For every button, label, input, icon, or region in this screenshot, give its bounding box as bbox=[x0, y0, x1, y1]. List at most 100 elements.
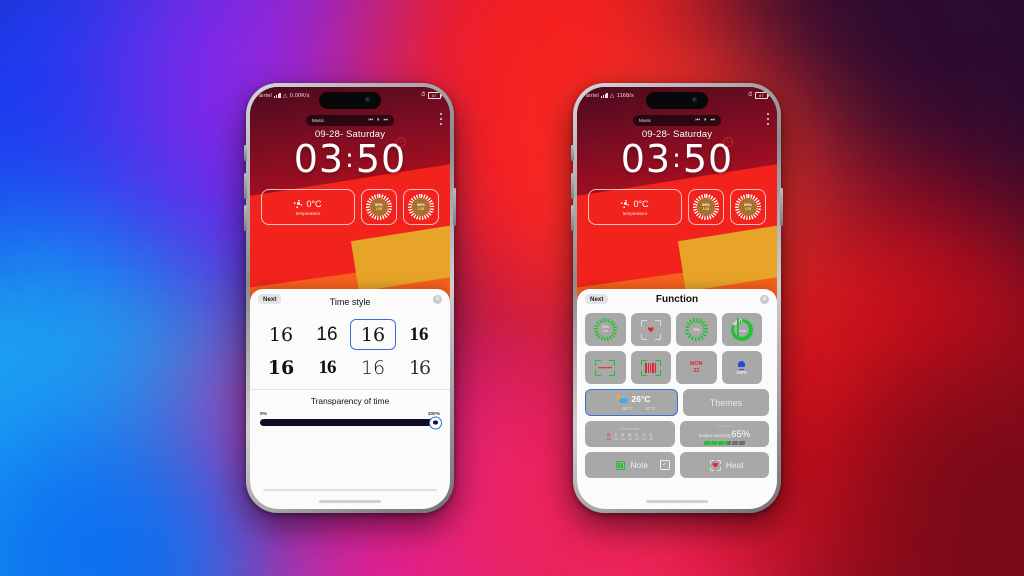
calendar-tile[interactable]: MON 23 bbox=[676, 351, 717, 384]
battery-ring-icon: 100% bbox=[730, 318, 753, 341]
mute-switch[interactable] bbox=[571, 145, 574, 161]
alarm-icon: ⏱ bbox=[421, 92, 426, 98]
note-label: Note bbox=[630, 460, 649, 470]
time-style-option[interactable]: 16 bbox=[304, 352, 350, 383]
gauge1-sub: 1GB bbox=[702, 207, 710, 211]
music-widget[interactable]: Music ⏮ ⏸ ⏭ bbox=[306, 115, 394, 126]
clock-colon: : bbox=[345, 144, 355, 174]
temperature-value: 0°C bbox=[633, 198, 649, 209]
lockscreen-menu-dots-icon[interactable] bbox=[767, 113, 769, 125]
volume-down-button[interactable] bbox=[244, 205, 247, 231]
skip-previous-icon[interactable]: ⏮ bbox=[368, 118, 373, 123]
temperature-widget[interactable]: 0°C temperature bbox=[261, 189, 355, 225]
time-style-option[interactable]: 16 bbox=[304, 319, 350, 350]
function-row-3: 26°C 50°C 20°C Themes bbox=[585, 389, 769, 416]
battery-indicator: 87 bbox=[755, 91, 769, 100]
skip-next-icon[interactable]: ⏭ bbox=[383, 118, 388, 123]
charge-ring-tile[interactable]: 100% bbox=[721, 313, 762, 346]
function-sheet: Next Function ✕ 70% 1GB 70% 100% MON 23 … bbox=[577, 289, 777, 509]
gauge-widget-1[interactable]: 99% 1GB bbox=[688, 189, 724, 225]
dashed-ring-icon: 70% 1GB bbox=[593, 318, 617, 341]
skip-next-icon[interactable]: ⏭ bbox=[710, 118, 715, 123]
gauge-widget-2[interactable]: 99% 1GB bbox=[730, 189, 766, 225]
battery-ring-tile[interactable]: 70% bbox=[676, 313, 717, 346]
clock-hours: 03 bbox=[293, 137, 345, 181]
check-icon[interactable]: ✓ bbox=[659, 460, 670, 470]
power-tile[interactable]: Power status Surplus electricity 65% bbox=[679, 421, 769, 447]
gauge-widget-2[interactable]: 99% 1GB bbox=[403, 189, 439, 225]
volume-down-button[interactable] bbox=[571, 205, 574, 231]
next-button[interactable]: Next bbox=[585, 294, 609, 305]
lockscreen-widget-row: 0°C temperature 99% 1GB 99% 1GB bbox=[250, 189, 450, 225]
volume-up-button[interactable] bbox=[571, 173, 574, 199]
calendar-day-cell: 24 bbox=[620, 436, 625, 441]
lockscreen-menu-dots-icon[interactable] bbox=[440, 113, 442, 125]
sun-icon bbox=[621, 200, 629, 208]
calendar-week-month: Pla calendar bbox=[620, 427, 640, 432]
alarm-icon: ⏱ bbox=[748, 92, 753, 98]
charge-ring-value: 100% bbox=[738, 329, 747, 333]
gauge2-sub: 1GB bbox=[417, 207, 425, 211]
scanner-tile[interactable] bbox=[585, 351, 626, 384]
dashed-ring-icon: 99% 1GB bbox=[693, 194, 719, 220]
heat-tile[interactable]: Heat bbox=[679, 452, 769, 478]
function-row-2: MON 23 100% bbox=[585, 351, 769, 384]
time-style-option[interactable]: 16 bbox=[396, 319, 442, 350]
function-row-1: 70% 1GB 70% 100% bbox=[585, 313, 769, 346]
pause-icon[interactable]: ⏸ bbox=[704, 118, 707, 123]
slider-knob[interactable] bbox=[429, 416, 442, 429]
weather-low: 20°C bbox=[645, 406, 656, 411]
close-icon[interactable]: ✕ bbox=[433, 295, 442, 304]
calendar-day-cell: 25 bbox=[627, 436, 632, 441]
time-style-option[interactable]: 16 bbox=[258, 352, 304, 383]
storage-ring-tile[interactable]: 70% 1GB bbox=[585, 313, 626, 346]
themes-tile[interactable]: Themes bbox=[683, 389, 769, 416]
power-button[interactable] bbox=[780, 188, 783, 226]
temperature-widget[interactable]: 0°C temperature bbox=[588, 189, 682, 225]
network-speed-label: 1168/s bbox=[616, 92, 634, 99]
refresh-icon[interactable]: ↻ bbox=[396, 137, 406, 147]
calendar-day: 23 bbox=[693, 368, 700, 374]
alarm-tile[interactable]: 100% bbox=[721, 351, 762, 384]
note-tile[interactable]: Note ✓ bbox=[585, 452, 675, 478]
bell-icon bbox=[737, 360, 746, 370]
power-button[interactable] bbox=[453, 188, 456, 226]
time-style-option[interactable]: 16 bbox=[396, 352, 442, 383]
transparency-title: Transparency of time bbox=[310, 396, 390, 406]
heat-label: Heat bbox=[725, 460, 744, 470]
volume-up-button[interactable] bbox=[244, 173, 247, 199]
weather-high: 50°C bbox=[622, 406, 633, 411]
transparency-slider[interactable] bbox=[260, 416, 442, 429]
time-style-option[interactable]: 16 bbox=[258, 319, 304, 350]
home-indicator[interactable] bbox=[646, 500, 708, 503]
next-button[interactable]: Next bbox=[258, 294, 282, 305]
power-value: 65% bbox=[731, 427, 751, 439]
close-icon[interactable]: ✕ bbox=[760, 295, 769, 304]
refresh-icon[interactable]: ↻ bbox=[723, 137, 733, 147]
note-icon bbox=[616, 460, 626, 470]
battery-level: 87 bbox=[759, 93, 764, 98]
function-grid: 70% 1GB 70% 100% MON 23 100% 26°C 50°C 2… bbox=[577, 311, 777, 478]
music-label: Music bbox=[639, 118, 651, 123]
gauge1-sub: 1GB bbox=[375, 207, 383, 211]
barcode-tile[interactable] bbox=[630, 351, 671, 384]
skip-previous-icon[interactable]: ⏮ bbox=[695, 118, 700, 123]
lockscreen-content-left: Music ⏮ ⏸ ⏭ ↻ 09-28- Saturday 03:50 0°C bbox=[250, 109, 450, 225]
home-indicator[interactable] bbox=[319, 500, 381, 503]
weather-tile[interactable]: 26°C 50°C 20°C bbox=[585, 389, 678, 416]
sun-cloud-icon bbox=[617, 394, 629, 404]
sheet-bottom-line bbox=[263, 489, 437, 491]
music-label: Music bbox=[312, 118, 324, 123]
calendar-week-tile[interactable]: Pla calendar D L M M G V S 22 23 24 25 2… bbox=[585, 421, 675, 447]
time-style-option-selected[interactable]: 16 bbox=[350, 319, 396, 350]
heart-rate-tile[interactable] bbox=[630, 313, 671, 346]
lockscreen-widget-row: 0°C temperature 99% 1GB 99% 1GB bbox=[577, 189, 777, 225]
time-style-grid: 16 16 16 16 16 16 16 16 bbox=[250, 311, 450, 389]
gauge-widget-1[interactable]: 99% 1GB bbox=[361, 189, 397, 225]
time-style-option[interactable]: 16 bbox=[350, 352, 396, 383]
pause-icon[interactable]: ⏸ bbox=[377, 118, 380, 123]
lockscreen-clock: 03:50 bbox=[250, 139, 450, 179]
dashed-ring-icon: 99% 1GB bbox=[408, 194, 434, 220]
music-widget[interactable]: Music ⏮ ⏸ ⏭ bbox=[633, 115, 721, 126]
mute-switch[interactable] bbox=[244, 145, 247, 161]
